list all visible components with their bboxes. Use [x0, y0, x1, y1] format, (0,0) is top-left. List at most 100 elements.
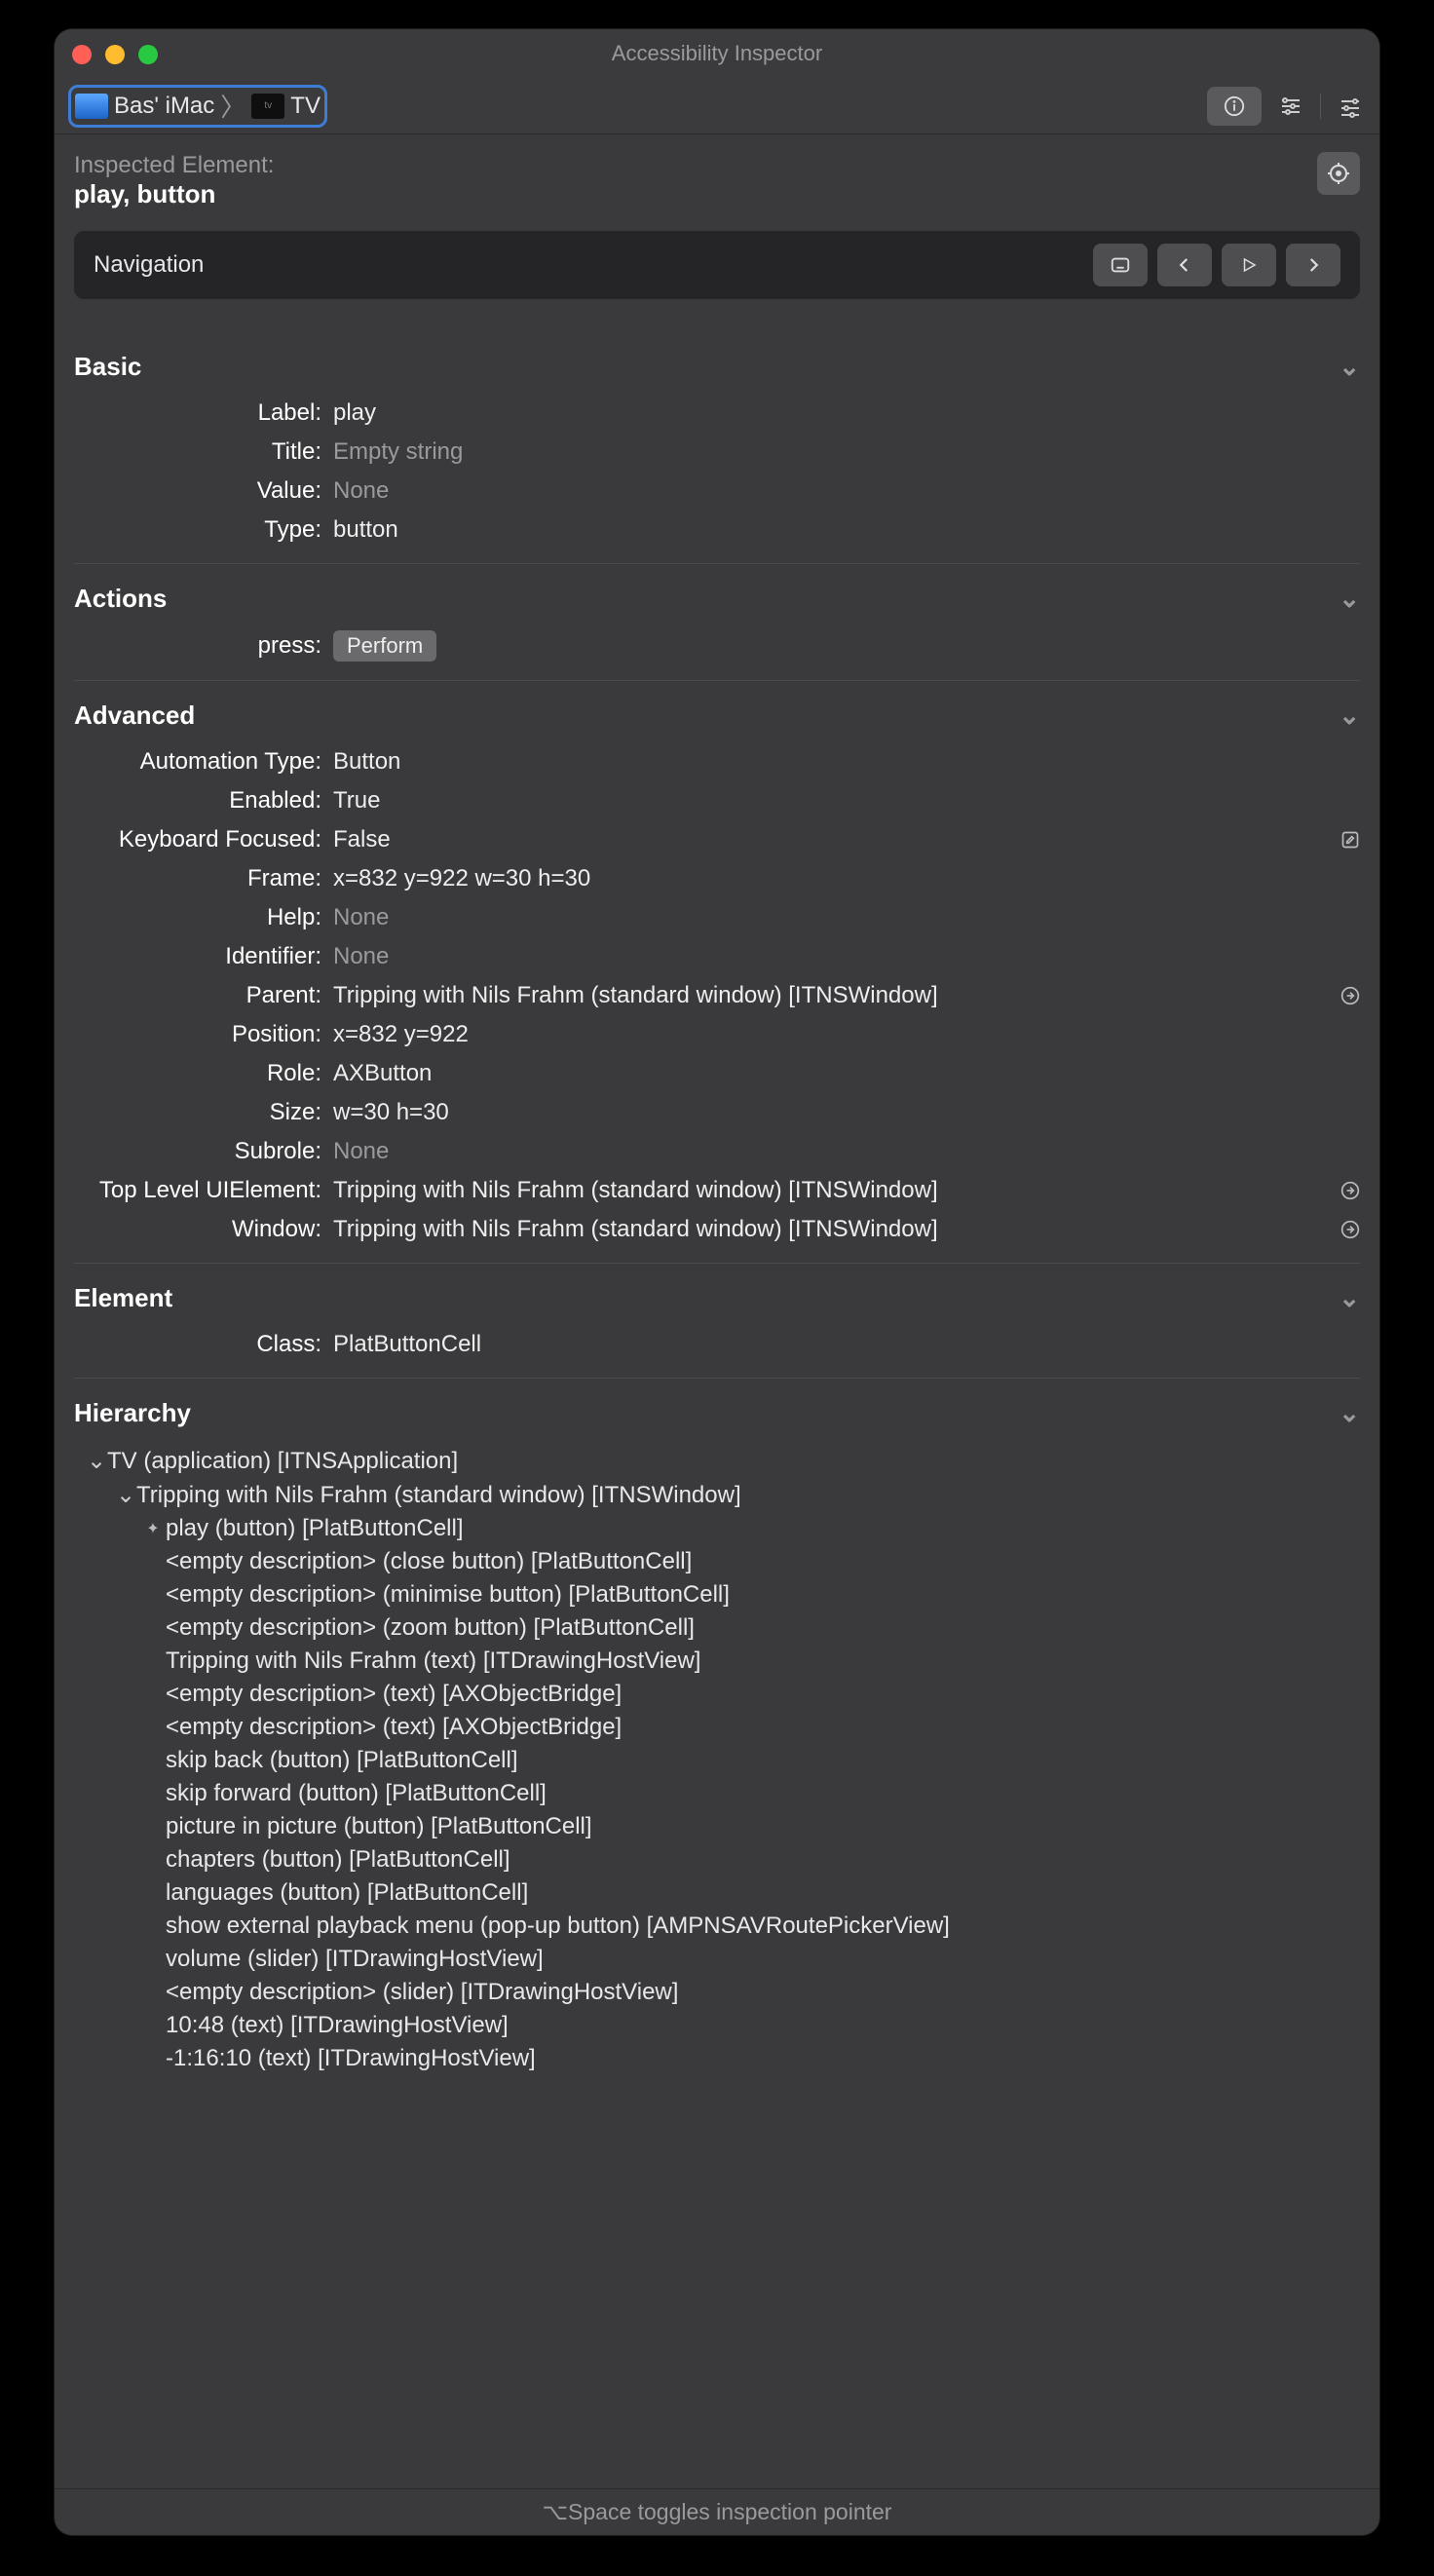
section-header-basic[interactable]: Basic ⌄ — [74, 346, 1360, 394]
target-breadcrumb[interactable]: Bas' iMac 〉 tv TV — [68, 85, 327, 128]
hierarchy-row[interactable]: show external playback menu (pop-up butt… — [74, 1910, 1360, 1943]
property-value: None — [333, 904, 1360, 931]
hierarchy-row[interactable]: chapters (button) [PlatButtonCell] — [74, 1843, 1360, 1876]
property-value: play — [333, 399, 1360, 427]
chevron-down-icon: ⌄ — [1339, 701, 1360, 731]
hierarchy-label: skip forward (button) [PlatButtonCell] — [166, 1780, 547, 1807]
property-key: Title: — [74, 438, 333, 466]
section-header-actions[interactable]: Actions ⌄ — [74, 578, 1360, 625]
hierarchy-row[interactable]: languages (button) [PlatButtonCell] — [74, 1876, 1360, 1910]
property-row: Identifier:None — [74, 937, 1360, 976]
perform-button[interactable]: Perform — [333, 630, 436, 662]
settings-icon[interactable] — [1335, 91, 1366, 122]
target-picker-button[interactable] — [1317, 152, 1360, 195]
spacer — [144, 1846, 166, 1874]
chevron-right-icon: 〉 — [220, 88, 245, 124]
section-hierarchy: Hierarchy ⌄ ⌄TV (application) [ITNSAppli… — [74, 1378, 1360, 2075]
hierarchy-row[interactable]: skip back (button) [PlatButtonCell] — [74, 1744, 1360, 1777]
property-value: w=30 h=30 — [333, 1099, 1360, 1126]
hierarchy-label: -1:16:10 (text) [ITDrawingHostView] — [166, 2045, 536, 2072]
hierarchy-row[interactable]: -1:16:10 (text) [ITDrawingHostView] — [74, 2042, 1360, 2075]
section-header-advanced[interactable]: Advanced ⌄ — [74, 695, 1360, 742]
property-key: Keyboard Focused: — [74, 826, 333, 853]
hierarchy-row[interactable]: <empty description> (minimise button) [P… — [74, 1578, 1360, 1611]
hierarchy-row[interactable]: <empty description> (close button) [Plat… — [74, 1545, 1360, 1578]
nav-prev-button[interactable] — [1157, 244, 1212, 286]
property-value: None — [333, 943, 1360, 970]
nav-next-button[interactable] — [1286, 244, 1340, 286]
property-row: Label:play — [74, 394, 1360, 433]
hierarchy-label: picture in picture (button) [PlatButtonC… — [166, 1813, 592, 1840]
navigate-icon[interactable] — [1325, 986, 1360, 1005]
hierarchy-row[interactable]: skip forward (button) [PlatButtonCell] — [74, 1777, 1360, 1810]
property-key: Help: — [74, 904, 333, 931]
hierarchy-row[interactable]: picture in picture (button) [PlatButtonC… — [74, 1810, 1360, 1843]
section-element: Element ⌄ Class:PlatButtonCell — [74, 1263, 1360, 1364]
hierarchy-row[interactable]: <empty description> (text) [AXObjectBrid… — [74, 1711, 1360, 1744]
hierarchy-label: Tripping with Nils Frahm (standard windo… — [136, 1482, 741, 1509]
hierarchy-row[interactable]: <empty description> (zoom button) [PlatB… — [74, 1611, 1360, 1645]
hierarchy-row[interactable]: <empty description> (slider) [ITDrawingH… — [74, 1976, 1360, 2009]
hierarchy-row[interactable]: 10:48 (text) [ITDrawingHostView] — [74, 2009, 1360, 2042]
minimize-icon[interactable] — [105, 45, 125, 64]
disclosure-triangle-icon[interactable]: ⌄ — [115, 1481, 136, 1509]
property-key: Role: — [74, 1060, 333, 1087]
navigate-icon[interactable] — [1325, 1220, 1360, 1239]
zoom-icon[interactable] — [138, 45, 158, 64]
disclosure-triangle-icon[interactable]: ⌄ — [86, 1447, 107, 1475]
locate-icon[interactable]: ✦ — [144, 1520, 166, 1537]
spacer — [144, 1879, 166, 1907]
property-key: Identifier: — [74, 943, 333, 970]
property-key: Position: — [74, 1021, 333, 1048]
property-value: AXButton — [333, 1060, 1360, 1087]
property-value: Tripping with Nils Frahm (standard windo… — [333, 1216, 1325, 1243]
property-row: Top Level UIElement:Tripping with Nils F… — [74, 1171, 1360, 1210]
section-title: Basic — [74, 352, 141, 382]
spacer — [144, 1813, 166, 1840]
property-row: Subrole:None — [74, 1132, 1360, 1171]
hierarchy-row[interactable]: ⌄Tripping with Nils Frahm (standard wind… — [74, 1478, 1360, 1512]
property-value: PlatButtonCell — [333, 1331, 1360, 1358]
spacer — [144, 1581, 166, 1609]
property-key: Enabled: — [74, 787, 333, 814]
hierarchy-row[interactable]: ✦play (button) [PlatButtonCell] — [74, 1512, 1360, 1545]
window-title: Accessibility Inspector — [612, 41, 822, 66]
property-row: Class:PlatButtonCell — [74, 1325, 1360, 1364]
property-value: Button — [333, 748, 1360, 776]
section-header-element[interactable]: Element ⌄ — [74, 1277, 1360, 1325]
speak-button[interactable] — [1093, 244, 1148, 286]
property-row: Help:None — [74, 898, 1360, 937]
spacer — [144, 1946, 166, 1973]
nav-play-button[interactable] — [1222, 244, 1276, 286]
property-key: Parent: — [74, 982, 333, 1009]
audit-icon[interactable] — [1275, 91, 1306, 122]
navigate-icon[interactable] — [1325, 1181, 1360, 1200]
inspected-header: Inspected Element: play, button — [74, 134, 1360, 215]
hierarchy-label: TV (application) [ITNSApplication] — [107, 1448, 458, 1475]
spacer — [144, 2045, 166, 2072]
spacer — [144, 1648, 166, 1675]
hierarchy-row[interactable]: Tripping with Nils Frahm (text) [ITDrawi… — [74, 1645, 1360, 1678]
hierarchy-label: volume (slider) [ITDrawingHostView] — [166, 1946, 544, 1973]
hierarchy-row[interactable]: ⌄TV (application) [ITNSApplication] — [74, 1444, 1360, 1478]
property-key: Label: — [74, 399, 333, 427]
hierarchy-row[interactable]: volume (slider) [ITDrawingHostView] — [74, 1943, 1360, 1976]
close-icon[interactable] — [72, 45, 92, 64]
property-row: Frame:x=832 y=922 w=30 h=30 — [74, 859, 1360, 898]
property-key: Automation Type: — [74, 748, 333, 776]
property-key: Subrole: — [74, 1138, 333, 1165]
property-row: Type:button — [74, 511, 1360, 549]
toolbar: Bas' iMac 〉 tv TV — [55, 78, 1379, 134]
hierarchy-row[interactable]: <empty description> (text) [AXObjectBrid… — [74, 1678, 1360, 1711]
section-header-hierarchy[interactable]: Hierarchy ⌄ — [74, 1392, 1360, 1440]
spacer — [144, 1780, 166, 1807]
info-button[interactable] — [1207, 87, 1262, 126]
spacer — [144, 1681, 166, 1708]
app-window: Accessibility Inspector Bas' iMac 〉 tv T… — [55, 29, 1379, 2535]
navigation-bar: Navigation — [74, 231, 1360, 299]
property-value: x=832 y=922 — [333, 1021, 1360, 1048]
hierarchy-label: 10:48 (text) [ITDrawingHostView] — [166, 2012, 509, 2039]
inspected-heading: Inspected Element: — [74, 152, 1360, 179]
edit-icon[interactable] — [1325, 830, 1360, 850]
property-key: Value: — [74, 477, 333, 505]
